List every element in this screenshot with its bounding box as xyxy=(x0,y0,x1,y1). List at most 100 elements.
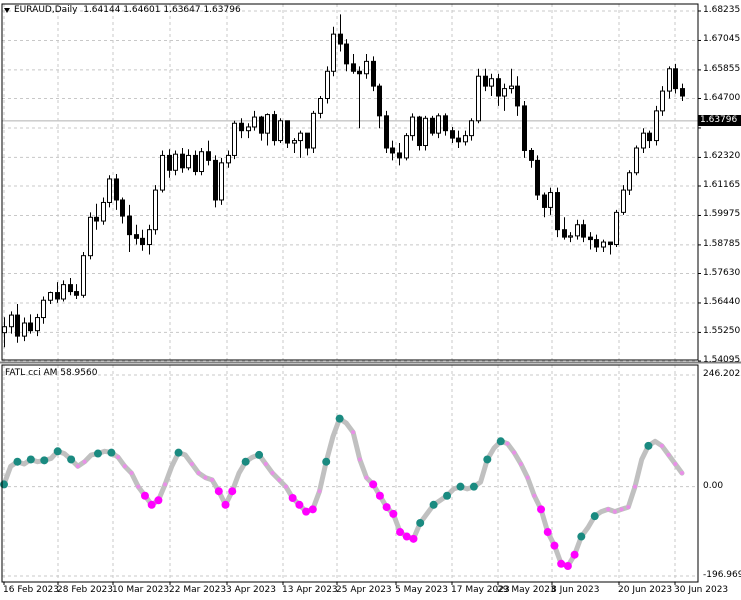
indicator-marker-pink xyxy=(203,475,208,480)
candle-body xyxy=(2,326,7,334)
candle-body xyxy=(430,117,435,134)
candle-body xyxy=(608,241,613,246)
indicator-marker-teal xyxy=(416,518,425,527)
time-axis-label: 25 Apr 2023 xyxy=(336,585,392,595)
indicator-marker-pink xyxy=(505,441,510,446)
candle-body xyxy=(246,126,251,132)
candle-body xyxy=(575,224,580,237)
candle-body xyxy=(371,60,376,87)
candle-body xyxy=(660,90,665,112)
candle-body xyxy=(88,216,93,257)
candle-body xyxy=(357,70,362,75)
candle-body xyxy=(259,116,264,134)
candle-body xyxy=(226,154,231,164)
candle-body xyxy=(94,216,99,222)
indicator-marker-pink xyxy=(518,461,523,466)
indicator-marker-pink xyxy=(512,450,517,455)
indicator-title: FATL cci AM 58.9560 xyxy=(5,368,98,378)
indicator-marker-pink xyxy=(357,457,362,462)
indicator-marker-magenta xyxy=(550,541,559,550)
candle-body xyxy=(673,68,678,90)
symbol-label: EURAUD,Daily xyxy=(14,5,78,15)
indicator-marker-teal xyxy=(53,447,62,456)
indicator-marker-pink xyxy=(633,484,638,489)
indicator-marker-teal xyxy=(590,512,599,521)
candle-body xyxy=(292,140,297,144)
candle-body xyxy=(114,178,119,201)
price-axis-label: 1.59975 xyxy=(703,209,741,220)
indicator-marker-teal xyxy=(107,448,116,457)
indicator-marker-teal xyxy=(577,532,586,541)
candle-body xyxy=(535,159,540,196)
candle-body xyxy=(641,132,646,149)
indicator-marker-teal xyxy=(322,457,331,466)
candle-body xyxy=(456,137,461,143)
time-axis-label: 10 Mar 2023 xyxy=(112,585,170,595)
indicator-marker-teal xyxy=(241,457,250,466)
indicator-marker-teal xyxy=(456,482,465,491)
candle-body xyxy=(331,33,336,72)
candle-body xyxy=(509,85,514,90)
candle-body xyxy=(272,114,277,142)
indicator-marker-pink xyxy=(619,507,624,512)
candle-body xyxy=(285,120,290,144)
indicator-marker-magenta xyxy=(389,509,398,518)
indicator-marker-magenta xyxy=(140,491,149,500)
candle-body xyxy=(147,229,152,246)
indicator-marker-magenta xyxy=(154,496,163,505)
candle-body xyxy=(239,122,244,132)
candle-body xyxy=(28,322,33,332)
candle-body xyxy=(680,88,685,97)
candle-body xyxy=(463,135,468,143)
indicator-marker-pink xyxy=(189,461,194,466)
chart-canvas[interactable] xyxy=(0,0,741,600)
candle-body xyxy=(397,152,402,159)
indicator-marker-teal xyxy=(644,441,653,450)
candle-body xyxy=(48,292,53,301)
candle-body xyxy=(15,314,20,337)
time-axis-label: 28 Feb 2023 xyxy=(57,585,114,595)
candle-body xyxy=(364,60,369,75)
indicator-axis-label: 246.2023 xyxy=(703,369,741,379)
indicator-marker-teal xyxy=(335,414,344,423)
candle-body xyxy=(522,105,527,151)
indicator-marker-teal xyxy=(443,491,452,500)
candle-body xyxy=(252,116,257,128)
candle-body xyxy=(193,154,198,173)
indicator-marker-pink xyxy=(364,475,369,480)
collapse-triangle-icon[interactable] xyxy=(4,8,10,13)
indicator-marker-magenta xyxy=(295,500,304,509)
time-axis-label: 3 Apr 2023 xyxy=(226,585,276,595)
candle-body xyxy=(614,211,619,246)
candle-body xyxy=(621,189,626,213)
indicator-marker-teal xyxy=(26,455,35,464)
candle-body xyxy=(107,178,112,203)
candle-body xyxy=(496,78,501,97)
candle-body xyxy=(318,98,323,114)
time-axis-label: 16 Feb 2023 xyxy=(3,585,60,595)
indicator-marker-teal xyxy=(429,500,438,509)
candle-body xyxy=(443,115,448,132)
symbol-title: EURAUD,Daily 1.64144 1.64601 1.63647 1.6… xyxy=(14,5,241,15)
price-axis-label: 1.54095 xyxy=(703,355,741,365)
indicator-marker-magenta xyxy=(563,562,572,571)
candle-body xyxy=(562,229,567,238)
indicator-marker-teal xyxy=(469,482,478,491)
candle-body xyxy=(588,236,593,241)
ohlc-readout: 1.64144 1.64601 1.63647 1.63796 xyxy=(83,5,241,15)
indicator-marker-teal xyxy=(93,449,102,458)
indicator-marker-pink xyxy=(606,507,611,512)
candle-body xyxy=(647,132,652,142)
time-axis-label: 13 Apr 2023 xyxy=(282,585,338,595)
indicator-marker-pink xyxy=(525,475,530,480)
candle-body xyxy=(384,115,389,149)
indicator-marker-pink xyxy=(82,459,87,464)
candle-body xyxy=(173,153,178,171)
indicator-marker-pink xyxy=(136,484,141,489)
price-axis-label: 1.64700 xyxy=(703,92,741,103)
candle-body xyxy=(101,201,106,222)
current-price-tag: 1.63796 xyxy=(698,114,741,126)
indicator-marker-teal xyxy=(0,480,8,489)
candle-body xyxy=(22,322,27,337)
candle-body xyxy=(213,159,218,201)
